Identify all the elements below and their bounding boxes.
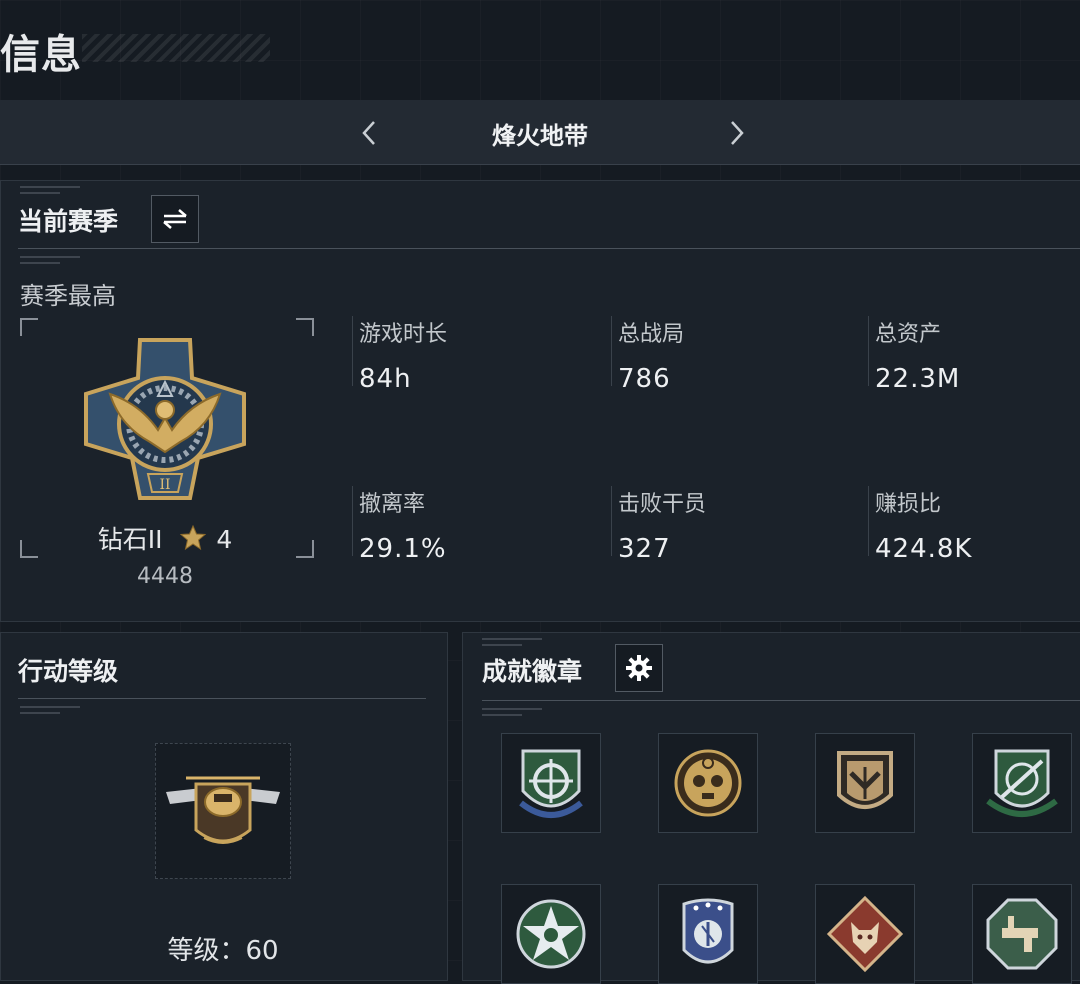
rank-display: 钻石II 4 [20,520,310,557]
stat-extraction-rate: 撤离率 29.1% [352,486,599,564]
panel-decoration [20,186,80,196]
swap-arrows-icon[interactable] [151,195,199,243]
frame-corner [296,318,314,336]
level-label: 等级： [167,936,246,966]
star-icon [180,524,207,557]
title-decoration [82,34,270,62]
achievements-title: 成就徽章 [482,657,583,686]
divider [18,698,426,699]
green-gun-octagon-badge-icon[interactable] [972,884,1072,984]
action-level-title: 行动等级 [18,657,119,686]
chevron-right-icon[interactable] [722,118,752,148]
level-display: 等级：60 [0,930,446,967]
stat-total-assets: 总资产 22.3M [868,316,1075,394]
season-high-label: 赛季最高 [20,282,116,310]
blue-stars-shield-badge-icon[interactable] [658,884,758,984]
red-wolf-diamond-badge-icon[interactable] [815,884,915,984]
panel-decoration [482,708,542,718]
mode-title: 烽火地带 [492,122,588,150]
stat-value: 327 [618,534,671,564]
stat-value: 424.8K [875,534,973,564]
page-title: 信息 [0,32,82,78]
svg-text:II: II [159,477,170,493]
stat-value: 84h [359,364,412,394]
green-star-wreath-badge-icon[interactable] [501,884,601,984]
stat-label: 击败干员 [618,492,707,517]
stat-label: 撤离率 [359,492,426,517]
panel-decoration [20,706,80,716]
green-crosshair-shield-badge-icon[interactable] [501,733,601,833]
stat-total-matches: 总战局 786 [611,316,858,394]
gear-icon[interactable] [615,644,663,692]
rank-stars: 4 [216,525,233,554]
current-season-title: 当前赛季 [18,207,119,236]
stat-label: 赚损比 [875,492,942,517]
green-rifle-shield-badge-icon[interactable] [972,733,1072,833]
panel-decoration [20,256,80,266]
stat-label: 总战局 [618,322,685,347]
mode-selector: 烽火地带 [0,100,1080,165]
stat-value: 22.3M [875,364,961,394]
rank-score: 4448 [137,564,193,589]
divider [482,700,1080,701]
helicopter-emblem-icon [155,743,291,879]
stat-label: 游戏时长 [359,322,448,347]
bronze-chevron-shield-badge-icon[interactable] [815,733,915,833]
stat-profit-loss-ratio: 赚损比 424.8K [868,486,1075,564]
stat-label: 总资产 [875,322,942,347]
stat-operators-defeated: 击败干员 327 [611,486,858,564]
rank-name: 钻石II [97,525,163,554]
panel-decoration [482,638,542,648]
level-value: 60 [245,936,279,966]
gold-skull-medallion-badge-icon[interactable] [658,733,758,833]
stat-value: 786 [618,364,671,394]
stat-value: 29.1% [359,534,447,564]
stat-play-time: 游戏时长 84h [352,316,599,394]
diamond-eagle-medal-icon: II [80,334,250,504]
divider [18,248,1080,249]
frame-corner [20,318,38,336]
